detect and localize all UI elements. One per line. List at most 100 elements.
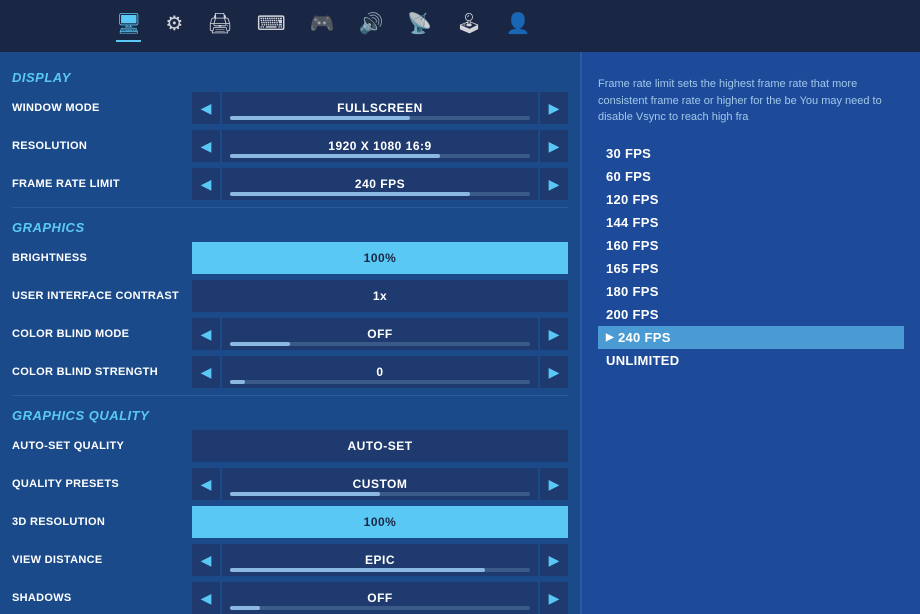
value-box-resolution: 1920 X 1080 16:9 <box>222 130 538 162</box>
setting-label-ui-contrast: USER INTERFACE CONTRAST <box>12 290 192 302</box>
setting-label-resolution: RESOLUTION <box>12 140 192 152</box>
value-box-view-distance: EPIC <box>222 544 538 576</box>
value-text-color-blind-strength: 0 <box>376 365 383 379</box>
arrow-right-frame-rate-limit[interactable]: ▶ <box>540 168 568 200</box>
settings-panel: DISPLAYWINDOW MODE◀FULLSCREEN▶RESOLUTION… <box>0 52 580 614</box>
setting-row-shadows: SHADOWS◀ OFF ▶ <box>0 579 580 614</box>
value-text-view-distance: EPIC <box>365 553 395 567</box>
arrow-right-shadows[interactable]: ▶ <box>540 582 568 614</box>
arrow-left-frame-rate-limit[interactable]: ◀ <box>192 168 220 200</box>
arrow-left-color-blind-mode[interactable]: ◀ <box>192 318 220 350</box>
value-text-frame-rate-limit: 240 FPS <box>355 177 405 191</box>
fps-options-list: 30 FPS60 FPS120 FPS144 FPS160 FPS165 FPS… <box>598 142 904 372</box>
value-box-quality-presets: CUSTOM <box>222 468 538 500</box>
setting-label-view-distance: VIEW DISTANCE <box>12 554 192 566</box>
arrow-right-color-blind-strength[interactable]: ▶ <box>540 356 568 388</box>
fps-option-unlimited[interactable]: UNLIMITED <box>598 349 904 372</box>
setting-label-shadows: SHADOWS <box>12 592 192 604</box>
nav-icon-user[interactable]: 👤 <box>506 11 531 42</box>
setting-row-ui-contrast: USER INTERFACE CONTRAST1x <box>0 277 580 315</box>
setting-row-resolution: RESOLUTION◀ 1920 X 1080 16:9 ▶ <box>0 127 580 165</box>
nav-icon-network[interactable]: 📡 <box>407 11 432 42</box>
nav-icon-monitor[interactable]: 🖥 <box>116 11 141 42</box>
arrow-right-color-blind-mode[interactable]: ▶ <box>540 318 568 350</box>
section-header-graphics: GRAPHICS <box>0 212 580 239</box>
arrow-left-shadows[interactable]: ◀ <box>192 582 220 614</box>
setting-control-3d-resolution: 100% <box>192 506 568 538</box>
arrow-right-view-distance[interactable]: ▶ <box>540 544 568 576</box>
section-header-graphics-quality: GRAPHICS QUALITY <box>0 400 580 427</box>
value-box-3d-resolution[interactable]: 100% <box>192 506 568 538</box>
value-text-quality-presets: CUSTOM <box>353 477 408 491</box>
arrow-right-resolution[interactable]: ▶ <box>540 130 568 162</box>
setting-row-color-blind-mode: COLOR BLIND MODE◀ OFF ▶ <box>0 315 580 353</box>
arrow-left-resolution[interactable]: ◀ <box>192 130 220 162</box>
value-box-auto-set-quality: AUTO-SET <box>192 430 568 462</box>
info-panel: Frame rate limit sets the highest frame … <box>580 52 920 614</box>
value-box-ui-contrast: 1x <box>192 280 568 312</box>
nav-icon-display[interactable]: 🖨 <box>207 11 232 42</box>
setting-row-frame-rate-limit: FRAME RATE LIMIT◀ 240 FPS ▶ <box>0 165 580 203</box>
fps-option-240-fps[interactable]: 240 FPS <box>598 326 904 349</box>
setting-label-auto-set-quality: AUTO-SET QUALITY <box>12 440 192 452</box>
setting-control-frame-rate-limit: ◀ 240 FPS ▶ <box>192 168 568 200</box>
value-box-shadows: OFF <box>222 582 538 614</box>
fps-option-160-fps[interactable]: 160 FPS <box>598 234 904 257</box>
nav-icon-audio[interactable]: 🔊 <box>359 11 384 42</box>
fps-option-165-fps[interactable]: 165 FPS <box>598 257 904 280</box>
fps-option-60-fps[interactable]: 60 FPS <box>598 165 904 188</box>
main-layout: DISPLAYWINDOW MODE◀FULLSCREEN▶RESOLUTION… <box>0 52 920 614</box>
setting-control-auto-set-quality: AUTO-SET <box>192 430 568 462</box>
arrow-left-view-distance[interactable]: ◀ <box>192 544 220 576</box>
setting-label-quality-presets: QUALITY PRESETS <box>12 478 192 490</box>
setting-control-color-blind-strength: ◀ 0 ▶ <box>192 356 568 388</box>
nav-icon-bar: 🖥 ⚙ 🖨 ⌨ 🎮 🔊 📡 🕹 👤 <box>116 11 531 42</box>
fps-option-30-fps[interactable]: 30 FPS <box>598 142 904 165</box>
setting-control-window-mode: ◀FULLSCREEN▶ <box>192 92 568 124</box>
nav-icon-gamepad[interactable]: 🕹 <box>456 11 481 42</box>
arrow-left-quality-presets[interactable]: ◀ <box>192 468 220 500</box>
setting-row-quality-presets: QUALITY PRESETS◀ CUSTOM ▶ <box>0 465 580 503</box>
value-text-3d-resolution: 100% <box>364 515 397 529</box>
value-box-color-blind-mode: OFF <box>222 318 538 350</box>
value-text-shadows: OFF <box>367 591 393 605</box>
fps-option-180-fps[interactable]: 180 FPS <box>598 280 904 303</box>
top-navigation: 🖥 ⚙ 🖨 ⌨ 🎮 🔊 📡 🕹 👤 <box>0 0 920 52</box>
arrow-left-color-blind-strength[interactable]: ◀ <box>192 356 220 388</box>
setting-control-resolution: ◀ 1920 X 1080 16:9 ▶ <box>192 130 568 162</box>
setting-row-view-distance: VIEW DISTANCE◀ EPIC ▶ <box>0 541 580 579</box>
section-header-display: DISPLAY <box>0 62 580 89</box>
setting-label-3d-resolution: 3D RESOLUTION <box>12 516 192 528</box>
value-text-resolution: 1920 X 1080 16:9 <box>328 139 431 153</box>
setting-row-color-blind-strength: COLOR BLIND STRENGTH◀ 0 ▶ <box>0 353 580 391</box>
setting-control-color-blind-mode: ◀ OFF ▶ <box>192 318 568 350</box>
value-text-brightness: 100% <box>364 251 397 265</box>
fps-option-200-fps[interactable]: 200 FPS <box>598 303 904 326</box>
arrow-right-quality-presets[interactable]: ▶ <box>540 468 568 500</box>
value-box-color-blind-strength: 0 <box>222 356 538 388</box>
setting-label-color-blind-mode: COLOR BLIND MODE <box>12 328 192 340</box>
fps-option-144-fps[interactable]: 144 FPS <box>598 211 904 234</box>
setting-control-ui-contrast: 1x <box>192 280 568 312</box>
setting-control-shadows: ◀ OFF ▶ <box>192 582 568 614</box>
nav-icon-keyboard[interactable]: ⌨ <box>257 11 286 42</box>
value-box-frame-rate-limit: 240 FPS <box>222 168 538 200</box>
setting-label-frame-rate-limit: FRAME RATE LIMIT <box>12 178 192 190</box>
fps-option-120-fps[interactable]: 120 FPS <box>598 188 904 211</box>
nav-icon-gear[interactable]: ⚙ <box>165 11 183 42</box>
setting-label-window-mode: WINDOW MODE <box>12 102 192 114</box>
setting-row-3d-resolution: 3D RESOLUTION 100% <box>0 503 580 541</box>
value-box-brightness[interactable]: 100% <box>192 242 568 274</box>
arrow-left-window-mode[interactable]: ◀ <box>192 92 220 124</box>
setting-control-brightness: 100% <box>192 242 568 274</box>
info-panel-description: Frame rate limit sets the highest frame … <box>598 76 904 126</box>
nav-icon-controller[interactable]: 🎮 <box>310 11 335 42</box>
setting-row-brightness: BRIGHTNESS 100% <box>0 239 580 277</box>
setting-label-brightness: BRIGHTNESS <box>12 252 192 264</box>
arrow-right-window-mode[interactable]: ▶ <box>540 92 568 124</box>
setting-row-auto-set-quality: AUTO-SET QUALITYAUTO-SET <box>0 427 580 465</box>
setting-label-color-blind-strength: COLOR BLIND STRENGTH <box>12 366 192 378</box>
setting-control-quality-presets: ◀ CUSTOM ▶ <box>192 468 568 500</box>
value-text-color-blind-mode: OFF <box>367 327 393 341</box>
setting-row-window-mode: WINDOW MODE◀FULLSCREEN▶ <box>0 89 580 127</box>
